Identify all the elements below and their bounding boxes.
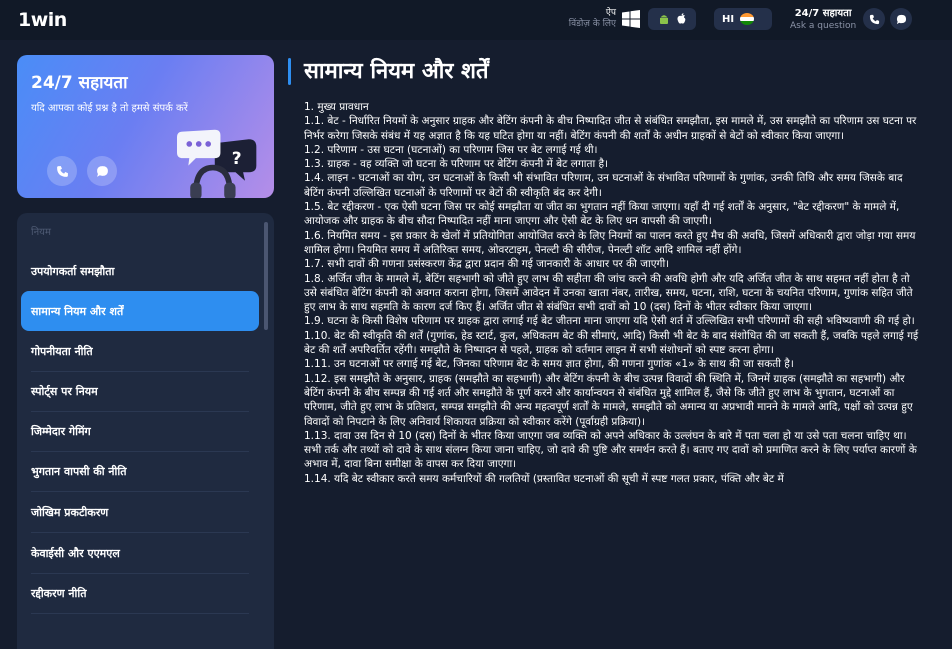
- paragraph: 1.12. इस समझौते के अनुसार, ग्राहक (समझौत…: [304, 372, 913, 428]
- support-illustration-icon: ?: [177, 129, 257, 198]
- language-code: HI: [722, 13, 735, 25]
- app-label-title: ऐप: [605, 8, 616, 18]
- language-selector[interactable]: HI: [714, 8, 772, 30]
- logo[interactable]: 1win: [18, 9, 67, 31]
- header-support[interactable]: 24/7 सहायता Ask a question: [790, 8, 856, 32]
- paragraph: 1.6. नियमित समय - इस प्रकार के खेलों में…: [304, 229, 916, 256]
- paragraph: 1.14. यदि बेट स्वीकार करते समय कर्मचारिय…: [304, 472, 784, 485]
- paragraph: 1.5. बेट रद्दीकरण - एक ऐसी घटना जिस पर क…: [304, 201, 900, 228]
- top-header: 1win ऐप विंडोज़ के लिए HI 24/7 सहायता As…: [0, 0, 952, 40]
- header-phone-button[interactable]: [863, 8, 885, 30]
- mobile-apps-button[interactable]: [648, 8, 696, 30]
- support-card-desc: यदि आपका कोई प्रश्न है तो हमसे संपर्क कर…: [31, 103, 188, 114]
- rules-nav: नियम उपयोगकर्ता समझौता सामान्य नियम और श…: [17, 213, 274, 649]
- chat-icon: [896, 14, 906, 24]
- india-flag-icon: [740, 13, 755, 25]
- nav-item-user-agreement[interactable]: उपयोगकर्ता समझौता: [21, 251, 259, 291]
- support-card: 24/7 सहायता यदि आपका कोई प्रश्न है तो हम…: [17, 55, 274, 198]
- nav-divider: [31, 613, 249, 614]
- phone-icon: [56, 165, 68, 177]
- paragraph: 1.10. बेट की स्वीकृति की शर्तें (गुणांक,…: [304, 329, 919, 357]
- apple-icon: [676, 13, 685, 24]
- paragraph: 1.9. घटना के किसी विशेष परिणाम पर ग्राहक…: [304, 315, 915, 328]
- paragraph: 1.11. उन घटनाओं पर लगाई गई बेट, जिनका पर…: [304, 358, 794, 371]
- paragraph: 1.8. अर्जित जीत के मामले में, बेटिंग सहभ…: [304, 272, 913, 314]
- paragraph: 1.4. लाइन - घटनाओं का योग, उन घटनाओं के …: [304, 172, 903, 199]
- paragraph: 1.1. बेट - निर्धारित नियमों के अनुसार ग्…: [304, 115, 917, 142]
- page-title: सामान्य नियम और शर्तें: [304, 59, 489, 84]
- windows-icon[interactable]: [621, 9, 641, 29]
- nav-item-kyc-aml[interactable]: केवाईसी और एएमएल: [21, 533, 259, 573]
- nav-item-privacy-policy[interactable]: गोपनीयता नीति: [21, 331, 259, 371]
- support-phone-button[interactable]: [47, 156, 77, 186]
- nav-section-label: नियम: [31, 227, 51, 238]
- paragraph: 1.3. ग्राहक - वह व्यक्ति जो घटना के परिण…: [304, 158, 609, 171]
- support-chat-button[interactable]: [87, 156, 117, 186]
- paragraph: 1.13. दावा उस दिन से 10 (दस) दिनों के भी…: [304, 429, 917, 471]
- app-download-label[interactable]: ऐप विंडोज़ के लिए: [560, 8, 616, 30]
- nav-item-general-terms[interactable]: सामान्य नियम और शर्तें: [21, 291, 259, 331]
- header-support-title: 24/7 सहायता: [794, 8, 852, 19]
- nav-item-cancellation-policy[interactable]: रद्दीकरण नीति: [21, 573, 259, 613]
- terms-content: 1. मुख्य प्रावधान 1.1. बेट - निर्धारित न…: [304, 100, 920, 486]
- nav-item-refund-policy[interactable]: भुगतान वापसी की नीति: [21, 451, 259, 491]
- header-support-sub: Ask a question: [790, 21, 857, 31]
- nav-scrollbar[interactable]: [264, 222, 268, 330]
- svg-text:?: ?: [232, 149, 242, 169]
- nav-item-sports-rules[interactable]: स्पोर्ट्स पर नियम: [21, 371, 259, 411]
- paragraph: 1.2. परिणाम - उस घटना (घटनाओं) का परिणाम…: [304, 143, 598, 156]
- chat-icon: [96, 165, 108, 177]
- nav-item-risk-disclosure[interactable]: जोखिम प्रकटीकरण: [21, 492, 259, 532]
- android-icon: [659, 15, 668, 24]
- paragraph: 1.7. सभी दावों की गणना प्रसंस्करण केंद्र…: [304, 258, 670, 271]
- phone-icon: [869, 14, 879, 24]
- app-label-sub: विंडोज़ के लिए: [568, 19, 616, 29]
- nav-item-responsible-gaming[interactable]: जिम्मेदार गेमिंग: [21, 411, 259, 451]
- title-accent-bar: [288, 58, 291, 85]
- header-chat-button[interactable]: [890, 8, 912, 30]
- support-card-title: 24/7 सहायता: [31, 73, 128, 93]
- paragraph: 1. मुख्य प्रावधान: [304, 101, 369, 113]
